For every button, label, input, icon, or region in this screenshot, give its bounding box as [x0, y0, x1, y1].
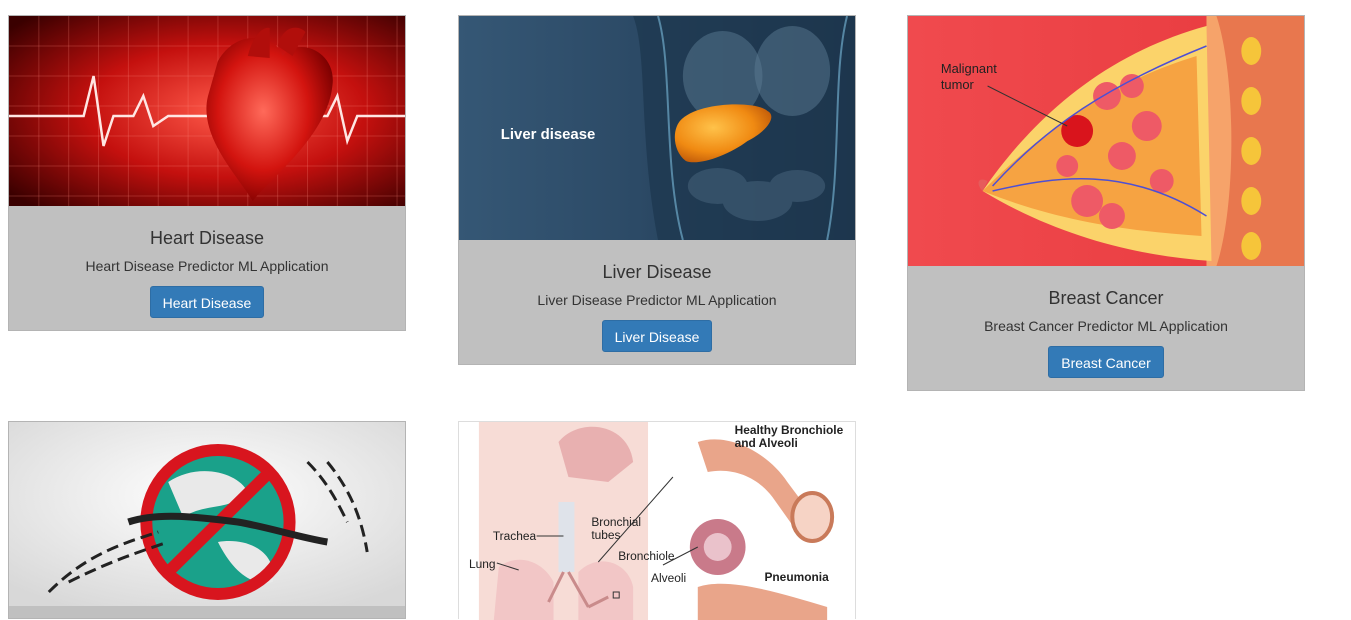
- breast-cancer-image: Malignant tumor: [908, 16, 1304, 266]
- card-breast-cancer: Malignant tumor Breast Cancer Breast Can…: [907, 15, 1305, 391]
- card-malaria: [8, 421, 406, 619]
- card-description: Heart Disease Predictor ML Application: [85, 258, 329, 274]
- label-healthy-line2: and Alveoli: [735, 436, 798, 450]
- label-trachea: Trachea: [493, 529, 537, 543]
- liver-disease-button[interactable]: Liver Disease: [601, 320, 713, 352]
- card-title: Breast Cancer: [1048, 288, 1164, 308]
- label-alveoli: Alveoli: [651, 571, 686, 585]
- malaria-image: [9, 422, 405, 606]
- pneumonia-image: Healthy Bronchiole and Alveoli Trachea B…: [459, 422, 855, 620]
- heart-disease-image: [9, 16, 405, 206]
- heart-disease-button[interactable]: Heart Disease: [149, 286, 265, 318]
- liver-disease-image: Liver disease: [459, 16, 855, 240]
- card-description: Breast Cancer Predictor ML Application: [984, 318, 1228, 334]
- label-bronchial-line1: Bronchial: [591, 515, 641, 529]
- card-title: Heart Disease: [149, 228, 265, 248]
- card-liver-disease: Liver disease Liver Disease Liver Diseas…: [458, 15, 856, 365]
- label-pneumonia: Pneumonia: [764, 570, 829, 584]
- card-heart-disease: Heart Disease Heart Disease Predictor ML…: [8, 15, 406, 331]
- tumor-label-line1: Malignant: [941, 61, 997, 76]
- tumor-label-line2: tumor: [941, 77, 975, 92]
- label-bronchial-line2: tubes: [591, 528, 620, 542]
- card-title: Liver Disease: [602, 262, 712, 282]
- card-pneumonia: Healthy Bronchiole and Alveoli Trachea B…: [458, 421, 856, 620]
- card-description: Liver Disease Predictor ML Application: [537, 292, 777, 308]
- label-healthy-line1: Healthy Bronchiole: [735, 423, 844, 437]
- label-bronchiole: Bronchiole: [618, 549, 675, 563]
- breast-cancer-button[interactable]: Breast Cancer: [1048, 346, 1164, 378]
- label-lung: Lung: [469, 557, 496, 571]
- liver-image-caption: Liver disease: [501, 126, 596, 143]
